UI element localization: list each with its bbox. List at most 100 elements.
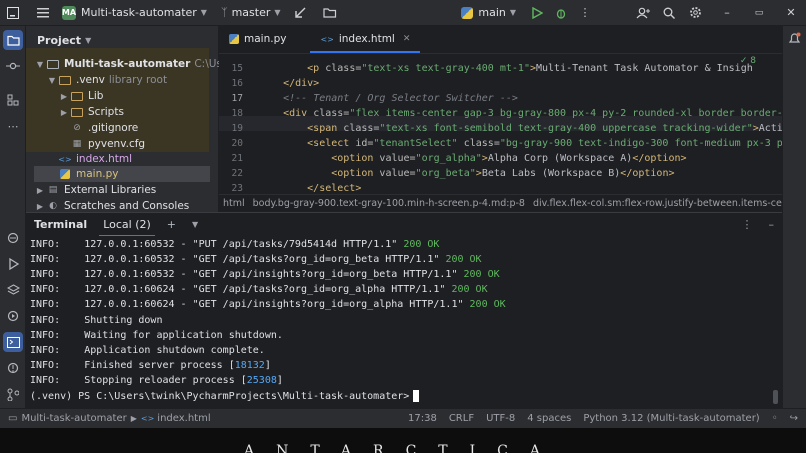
status-bar: ▭ Multi-task-automater ▶ <> index.html 1… — [0, 408, 806, 428]
structure-icon[interactable] — [3, 90, 23, 110]
folder-icon[interactable] — [321, 4, 339, 22]
terminal-output[interactable]: INFO: 127.0.0.1:60532 - "PUT /api/tasks/… — [26, 236, 782, 408]
log-status: 200 OK — [445, 254, 482, 265]
venv-note: library root — [108, 74, 168, 86]
status-crumb-file[interactable]: index.html — [157, 413, 210, 424]
app-logo-icon — [4, 4, 22, 22]
terminal-prompt-line[interactable]: (.venv) PS C:\Users\twink\PycharmProject… — [30, 390, 420, 402]
indent-setting[interactable]: 4 spaces — [527, 413, 571, 424]
tab-index-html[interactable]: <> index.html ✕ — [310, 26, 421, 53]
restore-icon[interactable]: ▭ — [750, 4, 768, 22]
terminal-title: Terminal — [34, 218, 88, 231]
notifications-bell-icon[interactable] — [788, 32, 801, 48]
update-project-icon[interactable] — [291, 4, 309, 22]
html-file-icon: <> — [58, 154, 72, 164]
terminal-line: INFO: Waiting for application shutdown. — [30, 330, 283, 341]
tree-item-pyvenv[interactable]: ▦ pyvenv.cfg — [70, 136, 145, 152]
minimize-icon[interactable]: – — [718, 4, 736, 22]
layers-icon[interactable] — [3, 280, 23, 300]
breadcrumb-item[interactable]: div.flex.flex-col.sm:flex-row.justify-be… — [533, 198, 782, 209]
code-line-22[interactable]: <option value="org_beta">Beta Labs (Work… — [259, 168, 674, 179]
config-file-icon: ▦ — [72, 139, 82, 149]
caret-position[interactable]: 17:38 — [408, 413, 437, 424]
tree-item-index-html[interactable]: <> index.html — [58, 151, 132, 167]
code-line-17[interactable]: <!-- Tenant / Org Selector Switcher --> — [259, 93, 518, 104]
add-user-icon[interactable] — [634, 4, 652, 22]
gear-icon[interactable] — [686, 4, 704, 22]
breadcrumb-item[interactable]: body.bg-gray-900.text-gray-100.min-h-scr… — [253, 198, 525, 209]
file-encoding[interactable]: UTF-8 — [486, 413, 515, 424]
chevron-down-icon: ▼ — [200, 8, 207, 17]
terminal-icon[interactable] — [3, 332, 23, 352]
process-id: 25308 — [246, 375, 277, 386]
code-line-15[interactable]: <p class="text-xs text-gray-400 mt-1">Mu… — [259, 63, 753, 74]
new-terminal-button[interactable]: + — [159, 213, 184, 237]
tree-item-label: External Libraries — [64, 184, 157, 196]
branch-switcher[interactable]: ᛉ master ▼ — [221, 6, 281, 19]
version-control-icon[interactable] — [3, 384, 23, 404]
run-tool-icon[interactable] — [3, 254, 23, 274]
chevron-down-icon: ▼ — [36, 59, 44, 69]
tree-item-label: main.py — [76, 168, 119, 180]
code-line-16[interactable]: </div> — [259, 78, 319, 89]
log-text: Application shutdown complete. — [84, 345, 265, 356]
hide-panel-icon[interactable]: – — [761, 213, 783, 237]
services-icon[interactable] — [3, 306, 23, 326]
tree-item-label: index.html — [76, 153, 132, 165]
line-number: 15 — [231, 63, 243, 74]
tree-item-scripts[interactable]: ▶ Scripts — [58, 104, 124, 120]
tree-item-gitignore[interactable]: ⊘ .gitignore — [70, 120, 138, 136]
breadcrumb-item[interactable]: html — [223, 198, 245, 209]
code-line-23[interactable]: </select> — [259, 183, 361, 194]
lock-icon[interactable]: ◦ — [772, 413, 778, 424]
log-level: INFO: — [30, 299, 61, 310]
inspection-widget[interactable]: ✓ 8 — [740, 56, 756, 66]
project-switcher[interactable]: MA Multi-task-automater ▼ — [62, 5, 207, 20]
terminal-line: INFO: 127.0.0.1:60532 - "GET /api/insigh… — [30, 269, 500, 280]
more-actions-icon[interactable]: ⋮ — [576, 4, 594, 22]
tab-main-py[interactable]: main.py — [219, 26, 296, 53]
python-file-icon — [58, 168, 72, 180]
main-menu-icon[interactable] — [34, 4, 52, 22]
check-icon: ✓ — [739, 56, 748, 66]
close-icon[interactable]: ✕ — [782, 4, 800, 22]
close-tab-icon[interactable]: ✕ — [403, 34, 411, 44]
tree-external-libraries[interactable]: ▶ ▤ External Libraries — [34, 182, 156, 198]
project-tool-folder-icon[interactable] — [3, 30, 23, 50]
search-icon[interactable] — [660, 4, 678, 22]
commit-icon[interactable] — [3, 56, 23, 76]
terminal-line: INFO: 127.0.0.1:60624 - "GET /api/insigh… — [30, 299, 506, 310]
run-icon[interactable] — [528, 4, 546, 22]
run-config-selector[interactable]: main ▼ — [461, 6, 516, 19]
more-tools-icon[interactable]: ⋯ — [3, 116, 23, 136]
log-text: 127.0.0.1:60624 - "GET /api/tasks?org_id… — [84, 284, 446, 295]
tree-item-lib[interactable]: ▶ Lib — [58, 88, 104, 104]
tab-local-2[interactable]: Local (2) — [95, 213, 159, 237]
log-text: 127.0.0.1:60532 - "GET /api/insights?org… — [84, 269, 458, 280]
tree-item-main-py[interactable]: main.py — [58, 166, 118, 182]
git-status-icon[interactable]: ↪ — [790, 413, 798, 424]
terminal-scrollbar[interactable] — [773, 390, 778, 404]
code-attr-value: text-xs text-gray-400 mt-1 — [367, 63, 524, 74]
code-line-21[interactable]: <option value="org_alpha">Alpha Corp (Wo… — [259, 153, 686, 164]
status-crumb-project[interactable]: Multi-task-automater — [21, 413, 126, 424]
terminal-tab-label: Local (2) — [103, 218, 151, 231]
line-separator[interactable]: CRLF — [449, 413, 474, 424]
code-line-18[interactable]: <div class="flex items-center gap-3 bg-g… — [259, 108, 782, 119]
python-packages-icon[interactable] — [3, 228, 23, 248]
inspection-count: 8 — [750, 56, 756, 66]
tree-item-label: pyvenv.cfg — [88, 138, 146, 150]
tree-venv[interactable]: ▼ .venv library root — [46, 72, 167, 88]
debug-icon[interactable] — [552, 4, 570, 22]
log-text: 127.0.0.1:60532 - "GET /api/tasks?org_id… — [84, 254, 440, 265]
code-line-20[interactable]: <select id="tenantSelect" class="bg-gray… — [259, 138, 782, 149]
tree-item-label: Lib — [88, 90, 104, 102]
python-interpreter[interactable]: Python 3.12 (Multi-task-automater) — [583, 413, 759, 424]
chevron-down-icon[interactable]: ▼ — [184, 213, 206, 237]
line-number: 20 — [231, 138, 243, 149]
terminal-options-icon[interactable]: ⋮ — [734, 213, 761, 237]
problems-icon[interactable] — [3, 358, 23, 378]
code-text: Multi-Tenant Task Automator & Insigh — [536, 63, 753, 74]
code-line-19[interactable]: <span class="text-xs font-semibold text-… — [259, 123, 782, 134]
code-attr-value: flex items-center gap-3 bg-gray-800 px-4… — [355, 108, 782, 119]
